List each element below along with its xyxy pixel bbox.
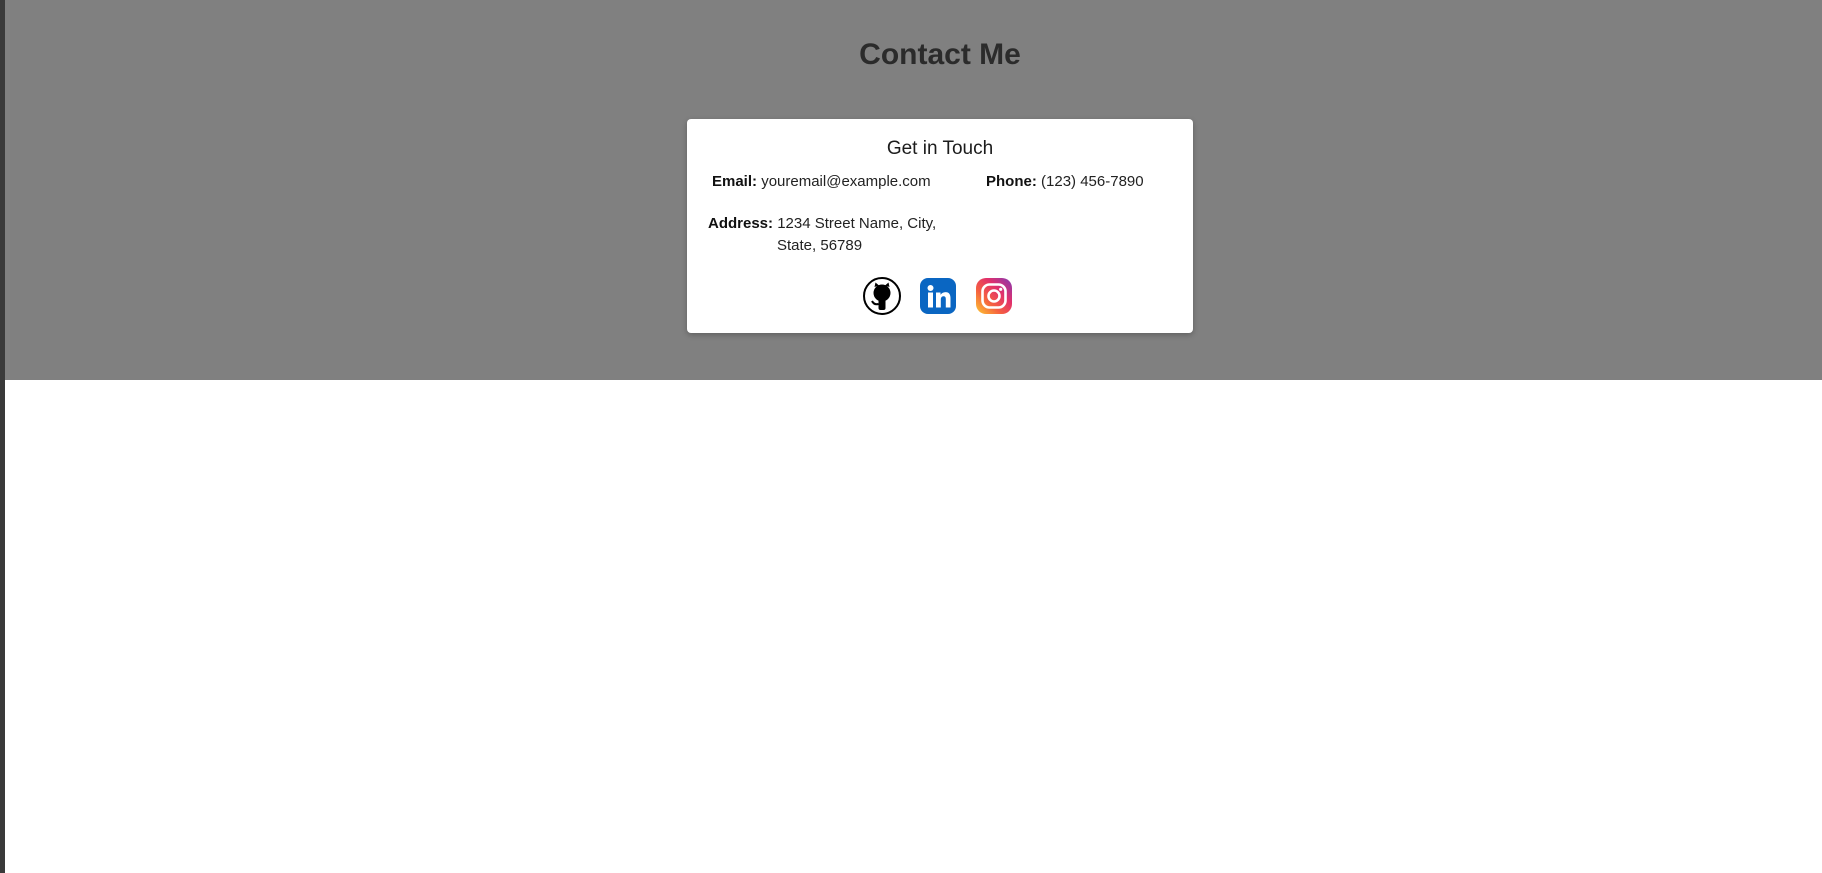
github-icon	[863, 277, 901, 315]
address-line1: 1234 Street Name, City,	[777, 215, 937, 232]
email-info: Email: youremail@example.com	[712, 171, 931, 193]
phone-info: Phone: (123) 456-7890	[986, 171, 1144, 193]
linkedin-icon	[920, 278, 956, 314]
instagram-icon	[976, 278, 1012, 314]
instagram-link[interactable]	[975, 277, 1013, 315]
github-link[interactable]	[863, 277, 901, 315]
contact-card: Get in Touch Email: youremail@example.co…	[687, 119, 1193, 333]
page-title: Contact Me	[859, 38, 1021, 71]
contact-section: Contact Me Get in Touch Email: youremail…	[5, 0, 1822, 380]
social-links	[863, 277, 1013, 315]
linkedin-link[interactable]	[919, 277, 957, 315]
email-label: Email:	[712, 173, 758, 190]
address-line2: State, 56789	[777, 237, 863, 254]
address-label: Address:	[708, 215, 774, 232]
phone-label: Phone:	[986, 173, 1037, 190]
phone-value[interactable]: (123) 456-7890	[1041, 173, 1144, 190]
card-title: Get in Touch	[886, 138, 994, 159]
email-value[interactable]: youremail@example.com	[761, 173, 930, 190]
address-info: Address: 1234 Street Name, City, State, …	[708, 213, 948, 257]
